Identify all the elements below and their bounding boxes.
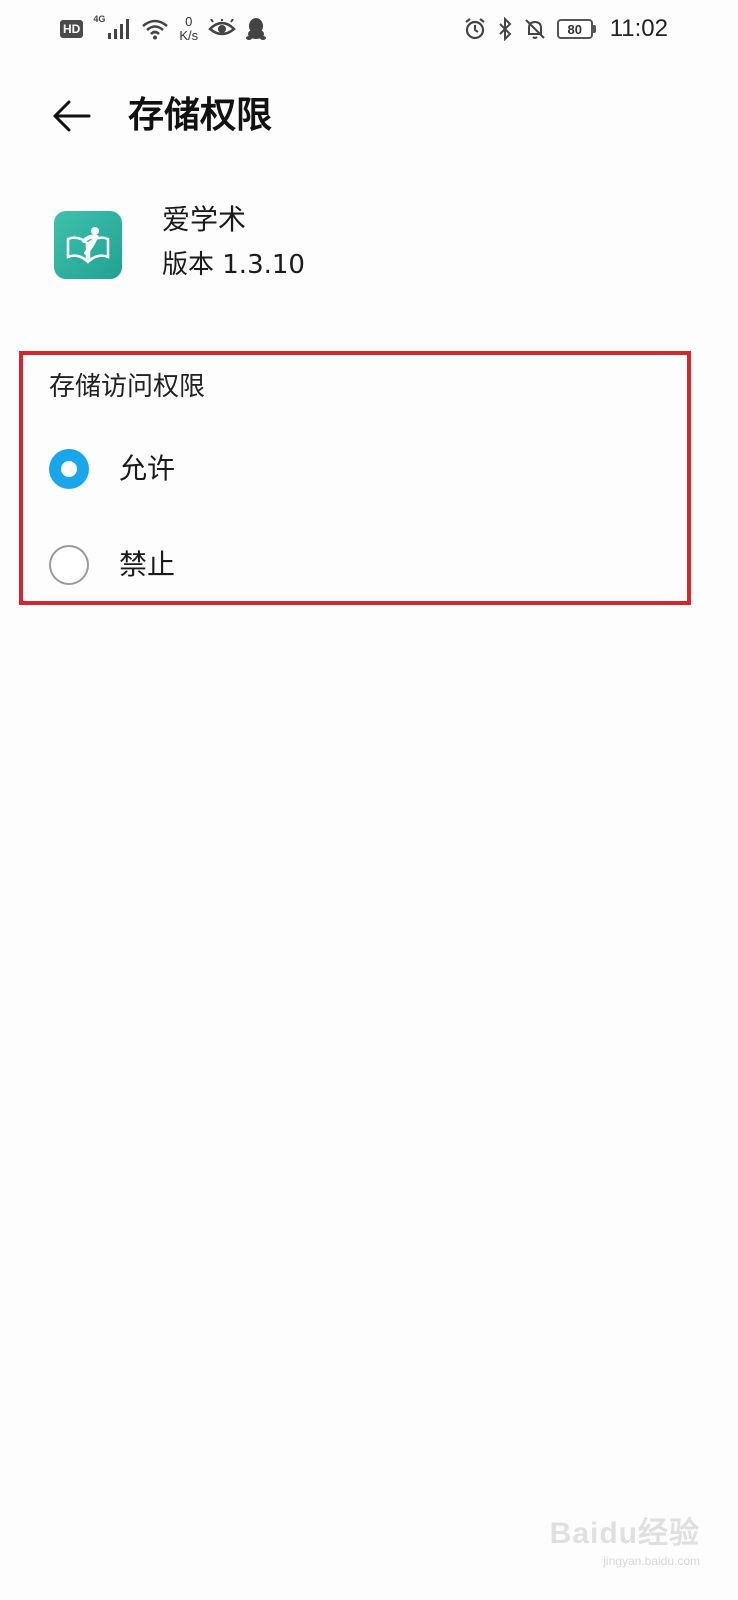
radio-button-unselected[interactable] bbox=[49, 545, 89, 585]
app-version: 版本 1.3.10 bbox=[162, 250, 305, 280]
signal-icon bbox=[107, 18, 131, 40]
watermark: Baidu经验 jingyan.baidu.com bbox=[550, 1508, 700, 1568]
network-speed: 0 K/s bbox=[179, 15, 198, 43]
bluetooth-icon bbox=[497, 17, 513, 41]
watermark-site: jingyan.baidu.com bbox=[603, 1554, 700, 1568]
battery-level: 80 bbox=[556, 19, 593, 39]
hd-icon: HD bbox=[60, 20, 84, 38]
bell-off-icon bbox=[523, 17, 547, 41]
network-type-label: 4G bbox=[93, 14, 106, 24]
option-label: 禁止 bbox=[119, 548, 176, 581]
book-person-icon bbox=[66, 227, 110, 264]
permission-screen: HD 4G 0 K/s 80 11:02 存储权限 爱学术 版本 1.3.10 … bbox=[0, 0, 738, 1600]
page-title: 存储权限 bbox=[128, 95, 273, 136]
option-allow[interactable]: 允许 bbox=[49, 439, 669, 499]
status-time: 11:02 bbox=[609, 15, 668, 42]
status-bar-left: HD 4G 0 K/s bbox=[60, 12, 267, 46]
alarm-icon bbox=[463, 17, 487, 41]
app-info: 爱学术 版本 1.3.10 bbox=[54, 200, 305, 290]
watermark-logo: Baidu经验 bbox=[550, 1508, 700, 1552]
speed-value: 0 bbox=[185, 14, 193, 29]
arrow-left-icon bbox=[53, 100, 91, 132]
qq-penguin-icon bbox=[246, 17, 267, 41]
wifi-icon bbox=[141, 18, 169, 40]
speed-unit: K/s bbox=[179, 28, 199, 43]
app-icon bbox=[54, 211, 122, 279]
battery-icon: 80 bbox=[556, 19, 596, 39]
back-button[interactable] bbox=[44, 92, 98, 140]
title-bar: 存储权限 bbox=[0, 80, 738, 152]
baidu-logo: Baidu经验 bbox=[549, 1517, 700, 1550]
status-bar: HD 4G 0 K/s 80 11:02 bbox=[0, 0, 738, 60]
option-deny[interactable]: 禁止 bbox=[49, 535, 669, 595]
status-bar-right: 80 11:02 bbox=[463, 12, 668, 46]
radio-button-selected[interactable] bbox=[49, 449, 89, 489]
app-text: 爱学术 版本 1.3.10 bbox=[162, 200, 562, 284]
section-heading: 存储访问权限 bbox=[49, 372, 206, 402]
app-name: 爱学术 bbox=[162, 203, 247, 236]
option-label: 允许 bbox=[119, 452, 176, 485]
eye-icon bbox=[208, 19, 237, 39]
storage-permission-section: 存储访问权限 允许 禁止 bbox=[19, 351, 691, 605]
